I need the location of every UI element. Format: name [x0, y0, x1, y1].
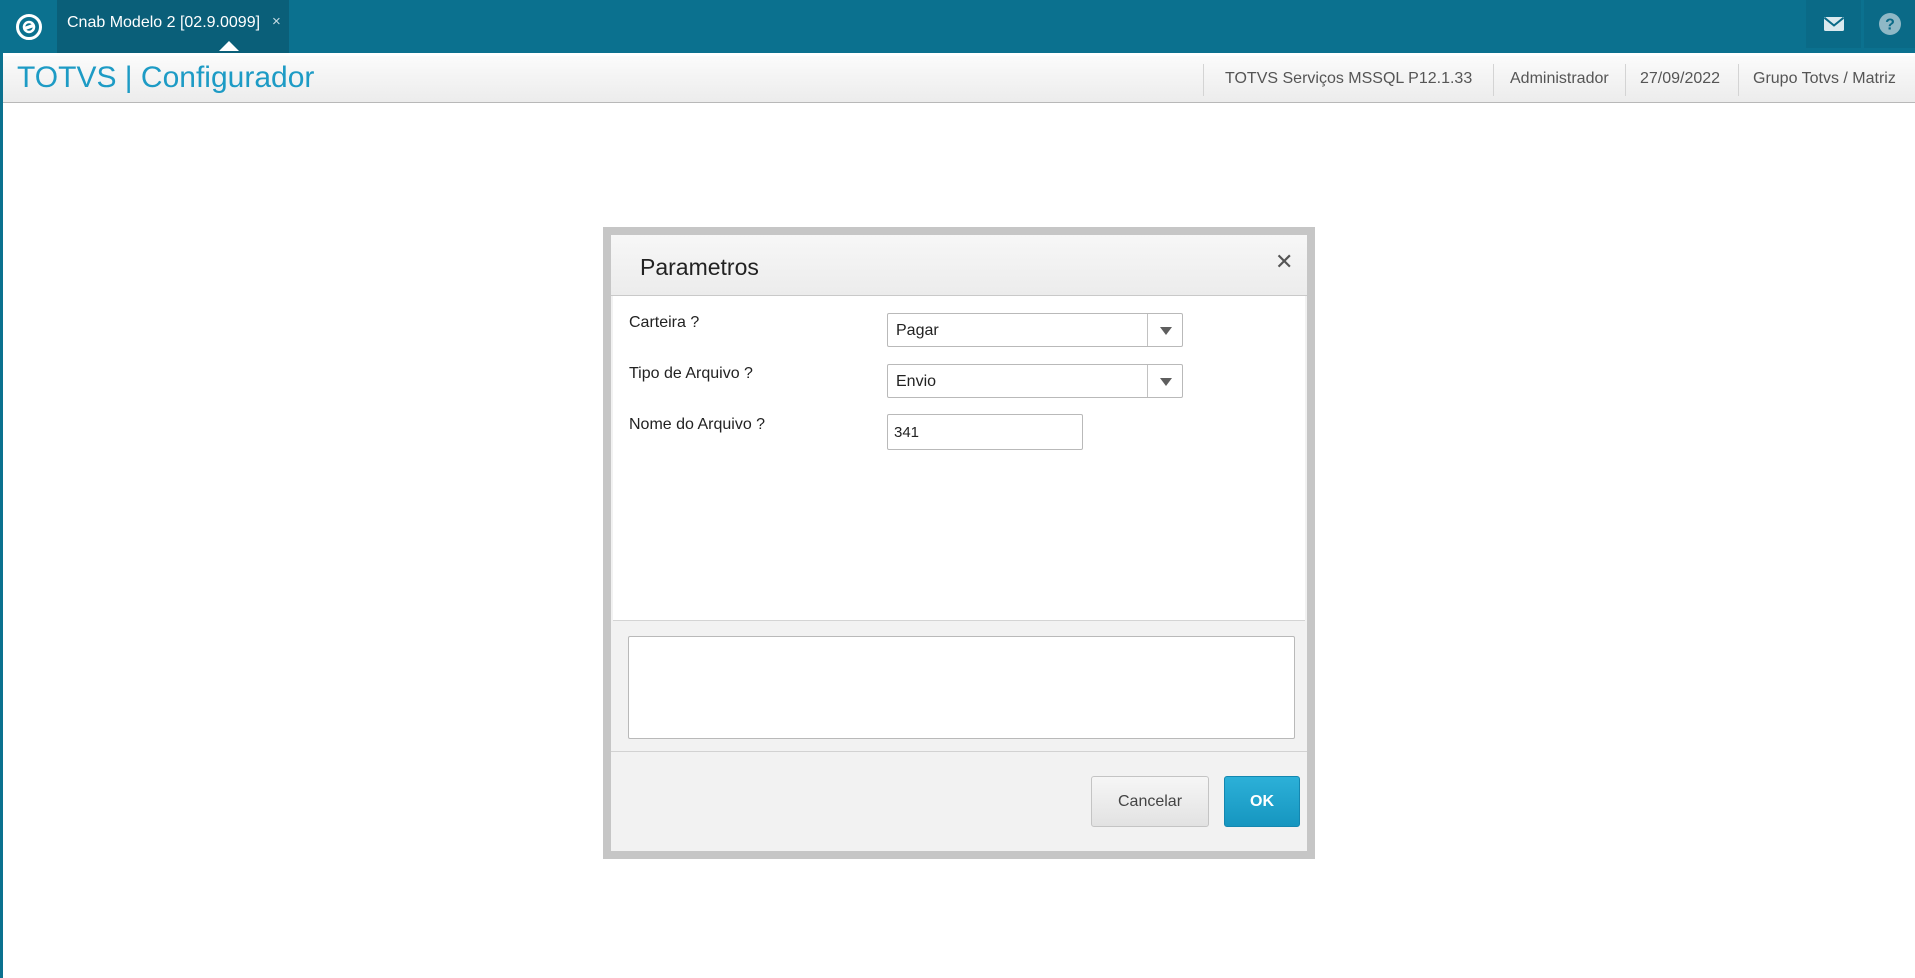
ok-button[interactable]: OK — [1224, 776, 1300, 827]
dialog-header: Parametros ✕ — [611, 235, 1307, 296]
mail-icon[interactable] — [1806, 0, 1861, 48]
chevron-down-icon — [1160, 378, 1172, 386]
active-tab-indicator — [219, 41, 239, 51]
nome-arquivo-input[interactable]: 341 — [887, 414, 1083, 450]
divider — [1203, 64, 1204, 96]
cancel-button[interactable]: Cancelar — [1091, 776, 1209, 827]
footer-divider — [611, 751, 1307, 752]
parameters-dialog: Parametros ✕ Carteira ? Pagar Tipo de Ar… — [611, 235, 1307, 851]
user-info: Administrador — [1510, 70, 1609, 87]
left-edge — [0, 53, 3, 978]
app-window: Cnab Modelo 2 [02.9.0099] × ? TOTVS | Co… — [0, 0, 1915, 978]
carteira-label: Carteira ? — [629, 314, 700, 331]
carteira-select[interactable]: Pagar — [887, 313, 1183, 347]
company-info: Grupo Totvs / Matriz — [1753, 70, 1896, 87]
help-text-box — [628, 636, 1295, 739]
app-header: TOTVS | Configurador TOTVS Serviços MSSQ… — [3, 56, 1915, 103]
divider — [1738, 64, 1739, 96]
tab-cnab-modelo-2[interactable]: Cnab Modelo 2 [02.9.0099] × — [57, 0, 289, 53]
page-title: TOTVS | Configurador — [17, 61, 315, 94]
tipo-arquivo-label: Tipo de Arquivo ? — [629, 365, 753, 382]
tipo-arquivo-select[interactable]: Envio — [887, 364, 1183, 398]
dialog-title: Parametros — [640, 254, 759, 280]
divider — [1625, 64, 1626, 96]
carteira-value: Pagar — [896, 322, 939, 339]
divider — [1493, 64, 1494, 96]
dropdown-button[interactable] — [1147, 365, 1182, 397]
dialog-body: Carteira ? Pagar Tipo de Arquivo ? Envio — [613, 296, 1305, 621]
nome-arquivo-value: 341 — [894, 424, 920, 441]
help-icon[interactable]: ? — [1864, 0, 1915, 48]
nome-arquivo-label: Nome do Arquivo ? — [629, 416, 766, 433]
close-icon[interactable]: × — [272, 13, 281, 30]
environment-info: TOTVS Serviços MSSQL P12.1.33 — [1225, 70, 1473, 87]
close-icon[interactable]: ✕ — [1275, 249, 1293, 275]
top-bar: Cnab Modelo 2 [02.9.0099] × ? — [0, 0, 1915, 53]
tipo-arquivo-value: Envio — [896, 373, 937, 390]
chevron-down-icon — [1160, 327, 1172, 335]
tab-label: Cnab Modelo 2 [02.9.0099] — [67, 14, 261, 31]
dropdown-button[interactable] — [1147, 314, 1182, 346]
svg-text:?: ? — [1885, 17, 1895, 34]
dialog-frame: Parametros ✕ Carteira ? Pagar Tipo de Ar… — [603, 227, 1315, 859]
totvs-logo-icon[interactable] — [11, 9, 46, 44]
date-info: 27/09/2022 — [1640, 70, 1721, 87]
